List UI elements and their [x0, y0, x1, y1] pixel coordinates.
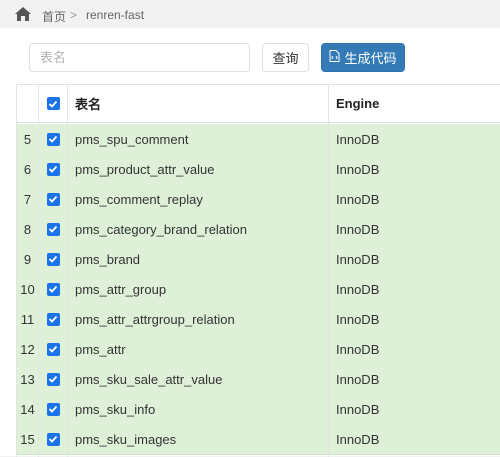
table-name-cell: pms_comment_replay — [75, 191, 203, 207]
breadcrumb-separator: > — [70, 8, 78, 22]
table-row[interactable]: 5 pms_spu_comment InnoDB — [17, 124, 500, 155]
row-checkbox[interactable] — [46, 222, 60, 236]
row-index: 12 — [20, 341, 35, 357]
check-icon — [48, 195, 58, 203]
table-header: 表名 Engine — [17, 85, 500, 123]
row-checkbox[interactable] — [46, 312, 60, 326]
row-checkbox[interactable] — [46, 282, 60, 296]
table-name-cell: pms_attr_attrgroup_relation — [75, 311, 235, 327]
row-checkbox-cell — [39, 154, 67, 184]
check-icon — [48, 165, 58, 173]
check-icon — [48, 255, 58, 263]
row-index: 14 — [20, 401, 35, 417]
check-icon — [48, 405, 58, 413]
engine-cell: InnoDB — [336, 221, 380, 237]
row-index: 13 — [20, 371, 35, 387]
table-name-cell: pms_brand — [75, 251, 141, 267]
generate-code-label: 生成代码 — [344, 51, 397, 66]
row-checkbox[interactable] — [46, 162, 60, 176]
breadcrumb-current: renren-fast — [86, 8, 145, 22]
row-checkbox-cell — [39, 334, 67, 364]
table-name-cell: pms_sku_sale_attr_value — [75, 371, 223, 387]
table-row[interactable]: 6 pms_product_attr_value InnoDB — [17, 154, 500, 185]
row-checkbox-cell — [39, 424, 67, 454]
check-icon — [48, 225, 58, 233]
column-divider — [328, 85, 329, 457]
check-icon — [48, 285, 58, 293]
table-row[interactable]: 8 pms_category_brand_relation InnoDB — [17, 214, 500, 245]
row-checkbox[interactable] — [46, 372, 60, 386]
table-name-cell: pms_product_attr_value — [75, 161, 215, 177]
table-name-cell: pms_sku_images — [75, 431, 177, 447]
column-header-name[interactable]: 表名 — [75, 85, 101, 122]
engine-cell: InnoDB — [336, 341, 380, 357]
check-icon — [48, 135, 58, 143]
table-row[interactable]: 15 pms_sku_images InnoDB — [17, 424, 500, 455]
row-index: 15 — [20, 431, 35, 447]
table-name-cell: pms_spu_comment — [75, 131, 189, 147]
table-name-cell: pms_category_brand_relation — [75, 221, 247, 237]
engine-cell: InnoDB — [336, 311, 380, 327]
select-all-cell — [39, 85, 67, 122]
row-checkbox-cell — [39, 394, 67, 424]
table-row[interactable]: 12 pms_attr InnoDB — [17, 334, 500, 365]
check-icon — [48, 435, 58, 443]
row-index: 7 — [23, 191, 32, 207]
table-row[interactable]: 13 pms_sku_sale_attr_value InnoDB — [17, 364, 500, 395]
select-all-checkbox[interactable] — [46, 97, 60, 110]
row-index: 5 — [23, 131, 32, 147]
table-row[interactable]: 11 pms_attr_attrgroup_relation InnoDB — [17, 304, 500, 335]
row-index: 6 — [23, 161, 32, 177]
row-checkbox[interactable] — [46, 192, 60, 206]
row-checkbox[interactable] — [46, 252, 60, 266]
engine-cell: InnoDB — [336, 161, 380, 177]
column-divider — [38, 85, 39, 457]
breadcrumb: 首页 > renren-fast — [0, 0, 500, 28]
check-icon — [48, 345, 58, 353]
engine-cell: InnoDB — [336, 281, 380, 297]
row-checkbox[interactable] — [46, 132, 60, 146]
row-checkbox[interactable] — [46, 342, 60, 356]
row-index: 8 — [23, 221, 32, 237]
row-checkbox-cell — [39, 214, 67, 244]
engine-cell: InnoDB — [336, 131, 380, 147]
row-index: 10 — [20, 281, 35, 297]
table-row[interactable]: 7 pms_comment_replay InnoDB — [17, 184, 500, 215]
row-index: 11 — [20, 311, 35, 327]
engine-cell: InnoDB — [336, 431, 380, 447]
query-button[interactable]: 查询 — [262, 43, 309, 72]
table-name-cell: pms_sku_info — [75, 401, 156, 417]
home-icon[interactable] — [14, 6, 32, 22]
code-file-icon — [329, 50, 340, 65]
column-header-engine[interactable]: Engine — [336, 85, 379, 122]
row-checkbox-cell — [39, 304, 67, 334]
table-name-cell: pms_attr — [75, 341, 126, 357]
engine-cell: InnoDB — [336, 251, 380, 267]
row-checkbox-cell — [39, 124, 67, 154]
row-checkbox-cell — [39, 274, 67, 304]
row-checkbox[interactable] — [46, 432, 60, 446]
check-icon — [48, 375, 58, 383]
row-checkbox[interactable] — [46, 402, 60, 416]
table-name-cell: pms_attr_group — [75, 281, 167, 297]
table: 表名 Engine 5 pms_spu_comment InnoDB 6 pms_pro… — [16, 84, 500, 457]
engine-cell: InnoDB — [336, 191, 380, 207]
row-checkbox-cell — [39, 244, 67, 274]
table-row[interactable]: 10 pms_attr_group InnoDB — [17, 274, 500, 305]
engine-cell: InnoDB — [336, 401, 380, 417]
generate-code-button[interactable]: 生成代码 — [321, 43, 405, 72]
search-input[interactable] — [29, 43, 250, 72]
row-checkbox-cell — [39, 364, 67, 394]
row-checkbox-cell — [39, 184, 67, 214]
table-row[interactable]: 9 pms_brand InnoDB — [17, 244, 500, 275]
column-divider — [67, 85, 68, 457]
row-index: 9 — [23, 251, 32, 267]
engine-cell: InnoDB — [336, 371, 380, 387]
breadcrumb-home[interactable]: 首页 — [42, 8, 66, 25]
check-icon — [48, 315, 58, 323]
table-row[interactable]: 14 pms_sku_info InnoDB — [17, 394, 500, 425]
